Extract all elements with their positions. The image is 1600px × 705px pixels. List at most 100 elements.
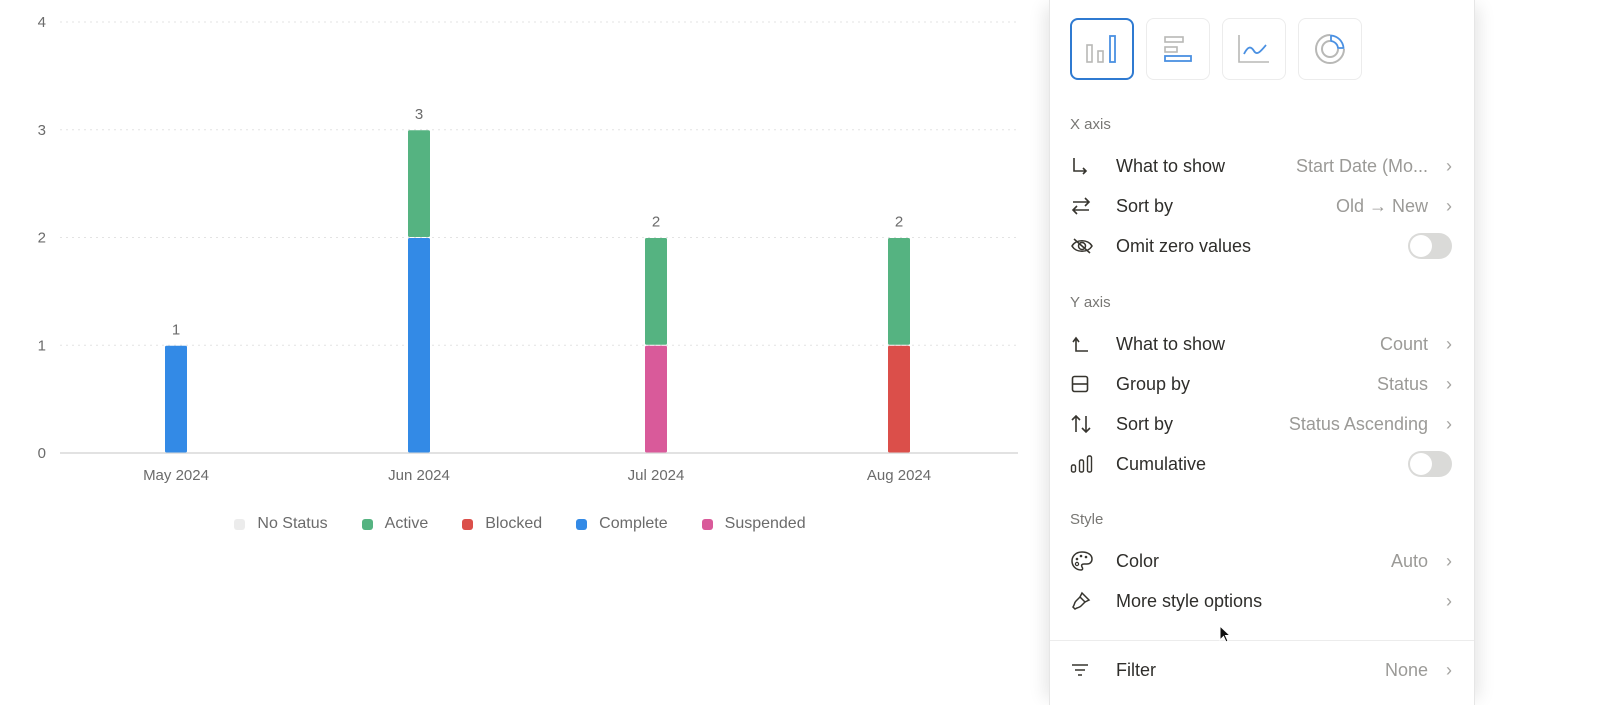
bar-chart: 0 1 2 3 4 1 May 2024 3 Jun 2024 2 Jul 2024 2 Aug 202… <box>38 14 1018 484</box>
x-axis-sort-by-value: Old → New <box>1335 195 1428 216</box>
legend-swatch <box>701 518 713 530</box>
bar-segment-complete[interactable] <box>408 238 430 453</box>
y-axis-sort-by-row[interactable]: Sort by Status Ascending › <box>1070 404 1452 444</box>
x-tick-label: Aug 2024 <box>867 467 931 484</box>
chevron-right-icon: › <box>1446 590 1452 611</box>
bar-segment-active[interactable] <box>888 238 910 345</box>
legend-label: Active <box>384 515 429 532</box>
legend-label: No Status <box>257 515 328 532</box>
chart-area: 0 1 2 3 4 1 May 2024 3 Jun 2024 2 Jul 2024 2 Aug 202… <box>0 0 1040 705</box>
chevron-right-icon: › <box>1446 659 1452 680</box>
style-section-title: Style <box>1070 511 1104 528</box>
omit-zero-values-toggle[interactable] <box>1408 233 1452 259</box>
sort-up-down-icon <box>1070 413 1098 435</box>
vertical-bar-chart-icon <box>1086 35 1116 63</box>
x-tick-label: May 2024 <box>143 467 209 484</box>
toggle-knob <box>1410 235 1432 257</box>
arrow-down-right-icon <box>1070 155 1098 177</box>
x-axis-what-to-show-value: Start Date (Mo... <box>1295 155 1428 176</box>
x-axis-sort-by-row[interactable]: Sort by Old → New › <box>1070 186 1452 226</box>
chart-legend: No Status Active Blocked Complete Suspended <box>0 515 1040 533</box>
legend-swatch <box>576 518 588 530</box>
x-tick-label: Jun 2024 <box>388 467 450 484</box>
chevron-right-icon: › <box>1446 333 1452 354</box>
y-axis-what-to-show-value: Count <box>1379 333 1428 354</box>
chevron-right-icon: › <box>1446 195 1452 216</box>
y-tick-label: 3 <box>38 122 46 139</box>
chart-type-donut-button[interactable] <box>1298 18 1362 80</box>
cumulative-toggle[interactable] <box>1408 451 1452 477</box>
y-axis-what-to-show-row[interactable]: What to show Count › <box>1070 324 1452 364</box>
legend-label: Complete <box>599 515 668 532</box>
bar-segment-suspended[interactable] <box>645 345 667 453</box>
bar-total-label: 2 <box>652 214 660 231</box>
y-tick-label: 0 <box>38 445 46 462</box>
x-axis-section-title: X axis <box>1070 116 1111 133</box>
paintbrush-icon <box>1070 590 1098 612</box>
x-axis-what-to-show-label: What to show <box>1116 155 1226 176</box>
bar-total-label: 2 <box>895 214 903 231</box>
bar-segment-complete[interactable] <box>165 345 187 453</box>
cumulative-bars-icon <box>1070 453 1098 475</box>
x-tick-label: Jul 2024 <box>628 467 685 484</box>
legend-swatch <box>462 518 474 530</box>
legend-item-complete[interactable]: Complete <box>576 515 668 533</box>
omit-zero-values-row: Omit zero values <box>1070 226 1452 266</box>
arrow-up-right-icon <box>1070 333 1098 355</box>
y-axis-what-to-show-label: What to show <box>1116 333 1226 354</box>
cumulative-label: Cumulative <box>1116 453 1207 474</box>
donut-chart-icon <box>1315 34 1345 64</box>
legend-item-active[interactable]: Active <box>361 515 429 533</box>
panel-divider <box>1050 640 1474 641</box>
more-style-options-label: More style options <box>1116 590 1263 611</box>
chart-type-vertical-bar-button[interactable] <box>1070 18 1134 80</box>
chart-type-horizontal-bar-button[interactable] <box>1146 18 1210 80</box>
y-tick-label: 4 <box>38 14 46 31</box>
y-axis-section-title: Y axis <box>1070 294 1111 311</box>
horizontal-bar-chart-icon <box>1164 36 1192 62</box>
color-value: Auto <box>1390 550 1428 571</box>
chart-type-picker <box>1070 18 1362 80</box>
x-axis-what-to-show-row[interactable]: What to show Start Date (Mo... › <box>1070 146 1452 186</box>
line-chart-icon <box>1238 35 1269 63</box>
legend-item-blocked[interactable]: Blocked <box>462 515 542 533</box>
chevron-right-icon: › <box>1446 373 1452 394</box>
y-axis-group-by-value: Status <box>1376 373 1428 394</box>
bar-total-label: 1 <box>172 321 180 338</box>
y-axis-group-by-label: Group by <box>1116 373 1191 394</box>
color-row[interactable]: Color Auto › <box>1070 541 1452 581</box>
swap-arrows-icon <box>1070 195 1098 217</box>
toggle-knob <box>1410 453 1432 475</box>
legend-label: Suspended <box>724 515 806 532</box>
palette-icon <box>1070 550 1098 572</box>
bar-segment-active[interactable] <box>408 130 430 237</box>
y-tick-label: 1 <box>38 337 46 354</box>
filter-value: None <box>1384 659 1428 680</box>
legend-item-suspended[interactable]: Suspended <box>701 515 806 533</box>
chevron-right-icon: › <box>1446 550 1452 571</box>
group-by-icon <box>1070 373 1098 395</box>
more-style-options-row[interactable]: More style options › <box>1070 581 1452 621</box>
chart-type-line-button[interactable] <box>1222 18 1286 80</box>
legend-swatch <box>234 518 246 530</box>
eye-slash-icon <box>1070 235 1098 257</box>
y-axis-sort-by-label: Sort by <box>1116 413 1174 434</box>
omit-zero-values-label: Omit zero values <box>1116 235 1252 256</box>
color-label: Color <box>1116 550 1160 571</box>
filter-row[interactable]: Filter None › <box>1070 650 1452 690</box>
bar-segment-blocked[interactable] <box>888 345 910 453</box>
legend-label: Blocked <box>485 515 543 532</box>
filter-label: Filter <box>1116 659 1156 680</box>
x-axis-sort-by-label: Sort by <box>1116 195 1174 216</box>
mouse-cursor-icon <box>1219 625 1232 643</box>
y-axis-group-by-row[interactable]: Group by Status › <box>1070 364 1452 404</box>
bar-segment-active[interactable] <box>645 238 667 345</box>
filter-icon <box>1070 659 1098 681</box>
bar-total-label: 3 <box>415 106 423 123</box>
legend-swatch <box>361 518 373 530</box>
chevron-right-icon: › <box>1446 155 1452 176</box>
legend-item-no-status[interactable]: No Status <box>234 515 328 533</box>
chevron-right-icon: › <box>1446 413 1452 434</box>
y-tick-label: 2 <box>38 230 46 247</box>
cumulative-row: Cumulative <box>1070 444 1452 484</box>
